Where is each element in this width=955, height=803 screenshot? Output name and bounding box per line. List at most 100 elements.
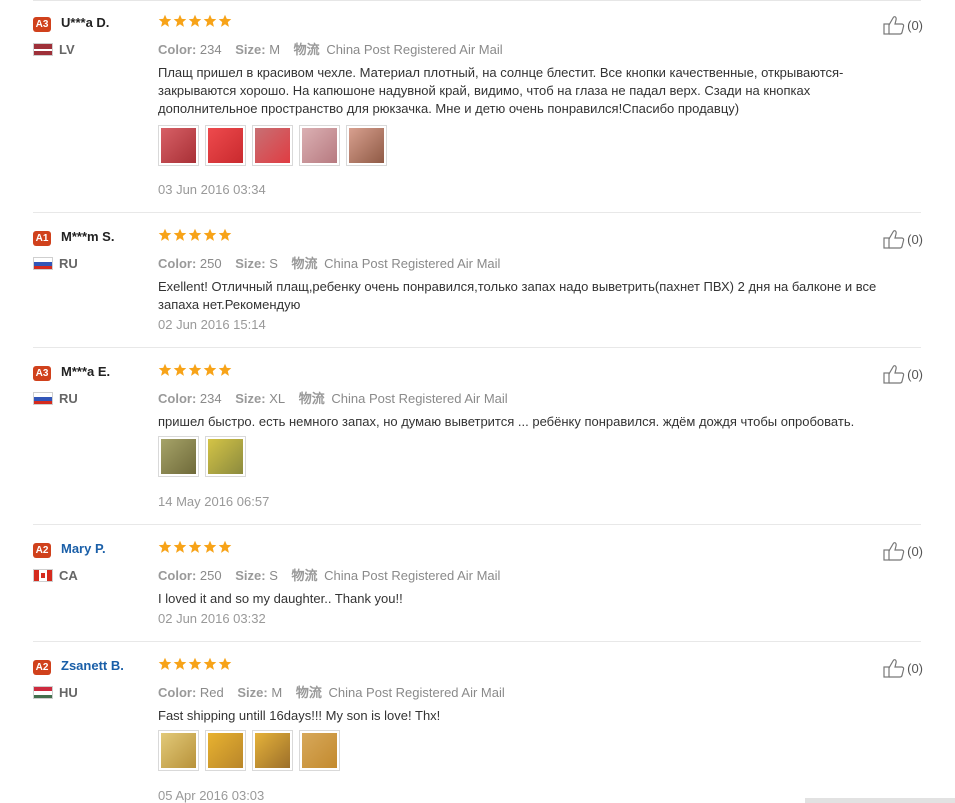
color-value: Red xyxy=(199,685,224,700)
size-value: S xyxy=(269,256,278,271)
star-icon xyxy=(173,14,187,27)
color-label: Color: xyxy=(158,42,197,57)
top-divider xyxy=(33,0,921,1)
review-text: Плащ пришел в красивом чехле. Материал п… xyxy=(158,65,844,116)
size-value: S xyxy=(269,568,278,583)
star-icon xyxy=(158,14,172,27)
review-date: 02 Jun 2016 03:32 xyxy=(158,611,266,626)
star-icon xyxy=(173,228,187,241)
review-item: A2 Zsanett B. HU Color: Red Size: M 物流 C… xyxy=(33,657,923,803)
size-value: XL xyxy=(269,391,286,406)
star-icon xyxy=(218,363,232,376)
logistics-label: 物流 xyxy=(295,685,322,700)
star-icon xyxy=(218,657,232,670)
rating-stars xyxy=(158,14,232,32)
star-icon xyxy=(218,540,232,553)
review-item: A1 M***m S. RU Color: 250 Size: S 物流 Chi… xyxy=(33,228,923,348)
buyer-level-badge: A2 xyxy=(33,660,51,675)
reviewer-name-link[interactable]: Zsanett B. xyxy=(61,658,124,673)
color-label: Color: xyxy=(158,568,197,583)
review-item: A3 U***a D. LV Color: 234 Size: M 物流 Chi… xyxy=(33,14,923,213)
review-photo[interactable] xyxy=(205,436,246,477)
star-icon xyxy=(188,14,202,27)
star-icon xyxy=(188,657,202,670)
review-text: Exellent! Отличный плащ,ребенку очень по… xyxy=(158,279,877,312)
flag-lv-icon xyxy=(33,43,53,56)
review-photo[interactable] xyxy=(158,436,199,477)
review-photo[interactable] xyxy=(252,125,293,166)
review-photo[interactable] xyxy=(205,730,246,771)
star-icon xyxy=(218,14,232,27)
review-photo[interactable] xyxy=(299,125,340,166)
review-date: 14 May 2016 06:57 xyxy=(158,494,270,509)
review-text: Fast shipping untill 16days!!! My son is… xyxy=(158,708,441,723)
helpful-button[interactable]: (0) xyxy=(883,229,923,249)
color-value: 234 xyxy=(199,42,222,57)
reviewer-country: LV xyxy=(59,42,75,57)
size-label: Size: xyxy=(235,568,266,583)
review-item: A3 M***a E. RU Color: 234 Size: XL 物流 Ch… xyxy=(33,363,923,525)
flag-ru-icon xyxy=(33,392,53,405)
shipping-method: China Post Registered Air Mail xyxy=(331,391,508,406)
flag-hu-icon xyxy=(33,686,53,699)
flag-ca-icon xyxy=(33,569,53,582)
helpful-count: (0) xyxy=(907,231,923,247)
helpful-button[interactable]: (0) xyxy=(883,364,923,384)
review-photo[interactable] xyxy=(252,730,293,771)
review-photo[interactable] xyxy=(205,125,246,166)
star-icon xyxy=(158,228,172,241)
size-label: Size: xyxy=(235,391,266,406)
thumbs-up-icon xyxy=(883,659,905,678)
review-date: 05 Apr 2016 03:03 xyxy=(158,788,265,803)
review-photos xyxy=(158,125,387,166)
helpful-count: (0) xyxy=(907,17,923,33)
reviewer-country: RU xyxy=(59,256,78,271)
color-value: 250 xyxy=(199,256,222,271)
reviewer-name-link[interactable]: Mary P. xyxy=(61,541,106,556)
logistics-label: 物流 xyxy=(291,256,318,271)
review-text: I loved it and so my daughter.. Thank yo… xyxy=(158,591,403,606)
color-value: 234 xyxy=(199,391,222,406)
buyer-level-badge: A2 xyxy=(33,543,51,558)
thumbs-up-icon xyxy=(883,16,905,35)
helpful-count: (0) xyxy=(907,660,923,676)
helpful-button[interactable]: (0) xyxy=(883,541,923,561)
logistics-label: 物流 xyxy=(293,42,320,57)
review-photo[interactable] xyxy=(299,730,340,771)
thumbs-up-icon xyxy=(883,542,905,561)
order-details: Color: 234 Size: XL 物流 China Post Regist… xyxy=(158,388,508,407)
helpful-button[interactable]: (0) xyxy=(883,15,923,35)
order-details: Color: Red Size: M 物流 China Post Registe… xyxy=(158,682,505,701)
review-text: пришел быстро. есть немного запах, но ду… xyxy=(158,414,855,429)
star-icon xyxy=(203,540,217,553)
star-icon xyxy=(218,228,232,241)
order-details: Color: 250 Size: S 物流 China Post Registe… xyxy=(158,253,500,272)
review-photos xyxy=(158,436,246,477)
shipping-method: China Post Registered Air Mail xyxy=(324,568,501,583)
horizontal-scrollbar[interactable] xyxy=(805,798,955,803)
reviewer-country: RU xyxy=(59,391,78,406)
shipping-method: China Post Registered Air Mail xyxy=(326,42,503,57)
star-icon xyxy=(203,14,217,27)
review-photo[interactable] xyxy=(346,125,387,166)
color-label: Color: xyxy=(158,685,197,700)
review-date: 03 Jun 2016 03:34 xyxy=(158,182,266,197)
shipping-method: China Post Registered Air Mail xyxy=(328,685,505,700)
review-photo[interactable] xyxy=(158,730,199,771)
color-label: Color: xyxy=(158,391,197,406)
shipping-method: China Post Registered Air Mail xyxy=(324,256,501,271)
reviewer-country: CA xyxy=(59,568,78,583)
review-date: 02 Jun 2016 15:14 xyxy=(158,317,266,332)
color-label: Color: xyxy=(158,256,197,271)
helpful-count: (0) xyxy=(907,366,923,382)
buyer-level-badge: A3 xyxy=(33,17,51,32)
star-icon xyxy=(188,540,202,553)
buyer-level-badge: A1 xyxy=(33,231,51,246)
star-icon xyxy=(158,363,172,376)
rating-stars xyxy=(158,228,232,246)
helpful-button[interactable]: (0) xyxy=(883,658,923,678)
star-icon xyxy=(158,540,172,553)
reviewer-name: M***m S. xyxy=(61,229,115,244)
review-photo[interactable] xyxy=(158,125,199,166)
thumbs-up-icon xyxy=(883,365,905,384)
